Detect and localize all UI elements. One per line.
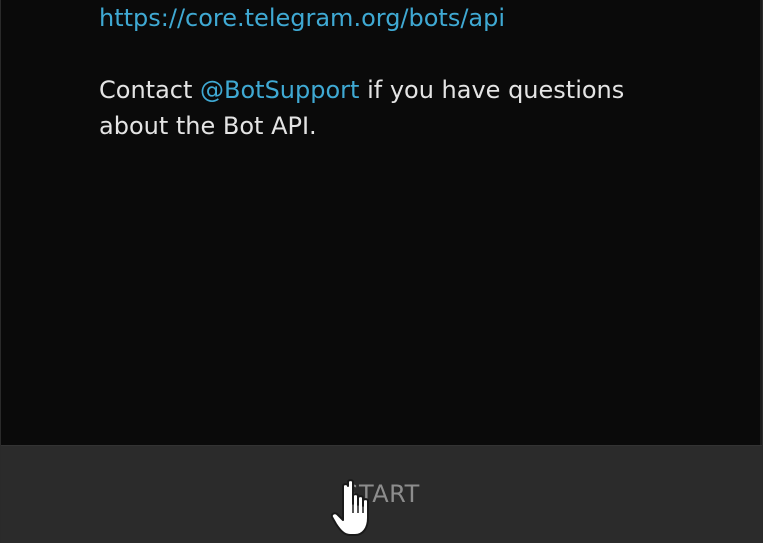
bot-support-link[interactable]: @BotSupport <box>200 76 359 104</box>
contact-prefix: Contact <box>99 76 201 104</box>
bot-description-message: https://core.telegram.org/bots/api Conta… <box>99 0 679 144</box>
start-button[interactable]: START <box>1 446 762 542</box>
contact-paragraph: Contact @BotSupport if you have question… <box>99 72 679 144</box>
api-docs-link[interactable]: https://core.telegram.org/bots/api <box>99 0 679 36</box>
bottom-action-bar: START <box>1 445 762 543</box>
scrollbar-track <box>760 0 762 445</box>
chat-window: https://core.telegram.org/bots/api Conta… <box>0 0 763 543</box>
